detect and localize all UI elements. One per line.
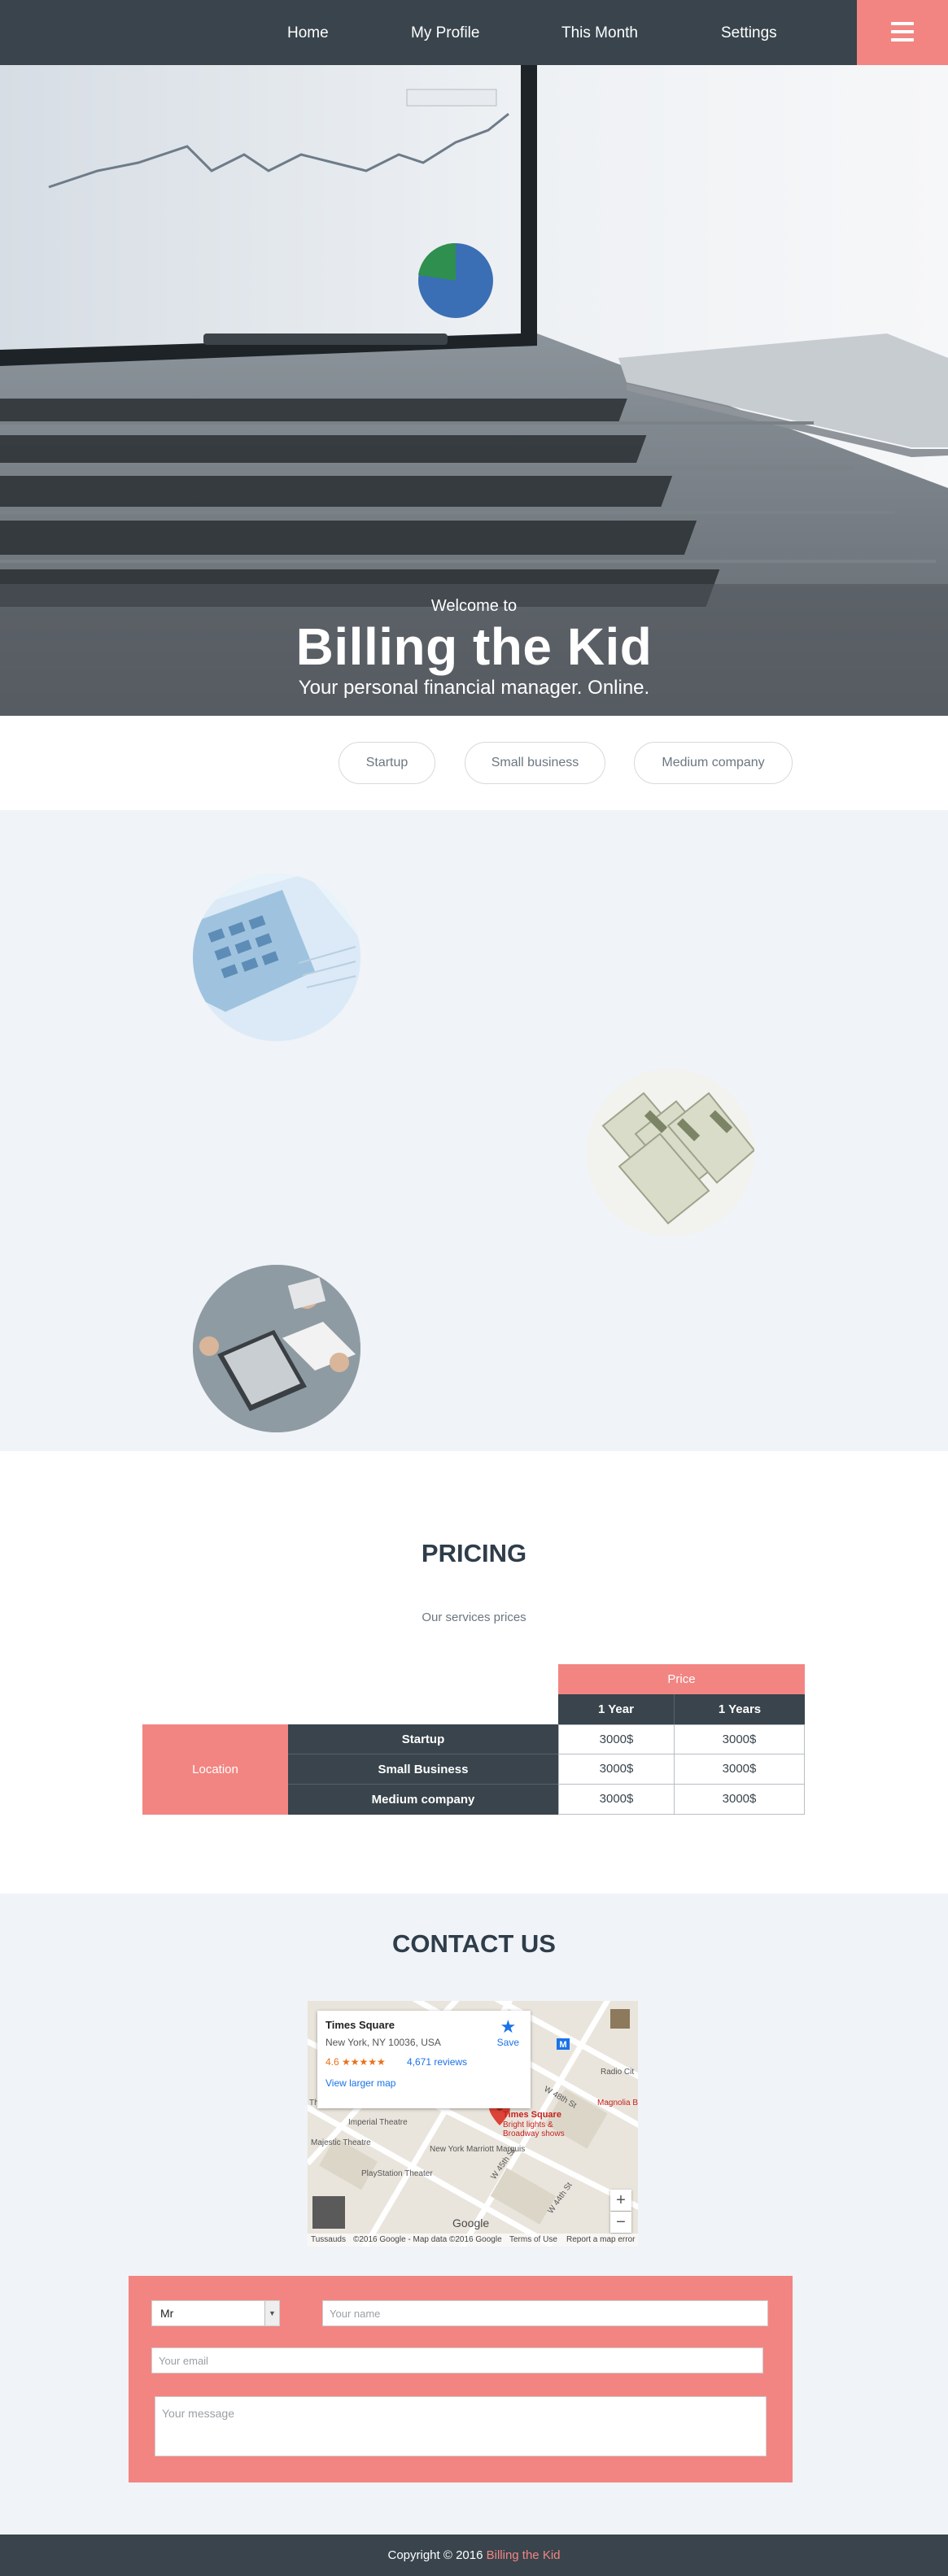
money-stack-image [587,1069,754,1236]
footer-brand-link[interactable]: Billing the Kid [487,2548,561,2562]
map-save-label: Save [496,2037,519,2048]
map-terms-link[interactable]: Terms of Use [509,2235,557,2244]
nav-links: Home My Profile This Month Settings [0,0,857,65]
tab-small-business[interactable]: Small business [465,742,605,784]
embedded-map[interactable]: Times Square Bright lights & Broadway sh… [308,2001,638,2247]
map-label: Majestic Theatre [311,2138,371,2147]
price-cell: 3000$ [674,1724,805,1754]
footer: Copyright © 2016 Billing the Kid [0,2535,948,2576]
map-footer-copyright: ©2016 Google - Map data ©2016 Google [353,2235,502,2244]
map-place-address: New York, NY 10036, USA [325,2037,441,2048]
map-footer-left: Tussauds [311,2235,346,2244]
nav-item-home[interactable]: Home [287,24,329,42]
row-label-startup: Startup [288,1724,558,1754]
map-save-button[interactable]: ★ Save [496,2016,519,2049]
svg-text:M: M [559,2040,566,2050]
map-attribution: Tussauds ©2016 Google - Map data ©2016 G… [308,2234,638,2247]
map-pin-sub2: Broadway shows [503,2129,565,2138]
location-label: Location [142,1724,288,1815]
price-cell: 3000$ [558,1724,675,1754]
price-cell: 3000$ [674,1784,805,1815]
map-label: PlayStation Theater [361,2169,433,2178]
hero-subtitle: Your personal financial manager. Online. [298,677,650,699]
map-label: Imperial Theatre [348,2118,408,2127]
hero-welcome: Welcome to [430,597,518,615]
pricing-section: PRICING Our services prices Price 1 Year… [0,1451,948,1894]
chevron-down-icon: ▼ [264,2301,279,2325]
hamburger-menu-button[interactable] [857,0,948,65]
map-pin-sub1: Bright lights & [503,2121,553,2129]
google-logo: Google [452,2216,489,2229]
tab-startup[interactable]: Startup [339,742,435,784]
contact-form: Mr ▼ Your name Your email Your message [129,2276,793,2482]
map-zoom-in-button[interactable]: + [610,2190,631,2211]
plan-tabs: Startup Small business Medium company [0,716,948,810]
pricing-title: PRICING [421,1539,527,1567]
title-select-value: Mr [160,2307,174,2320]
contact-title: CONTACT US [392,1929,556,1958]
map-place-card: Times Square New York, NY 10036, USA 4.6… [317,2011,531,2108]
nav-item-this-month[interactable]: This Month [561,24,638,42]
email-input[interactable]: Your email [151,2347,763,2373]
calculator-image [193,874,360,1041]
business-meeting-image [193,1265,360,1432]
pricing-subtitle: Our services prices [422,1611,526,1624]
row-label-small-business: Small Business [288,1754,558,1785]
features-section [0,810,948,1451]
tab-medium-company[interactable]: Medium company [634,742,793,784]
map-reviews-link[interactable]: 4,671 reviews [407,2056,467,2068]
top-navbar: Home My Profile This Month Settings [0,0,948,65]
map-report-link[interactable]: Report a map error [566,2235,635,2244]
nav-item-my-profile[interactable]: My Profile [411,24,479,42]
title-select[interactable]: Mr ▼ [151,2300,280,2326]
hero-banner: Welcome to Billing the Kid Your personal… [0,65,948,716]
map-rating: 4.6 ★★★★★ [325,2056,386,2068]
star-icon: ★ [500,2016,517,2037]
column-header-1-years: 1 Years [675,1694,805,1724]
price-header: Price [558,1664,805,1694]
price-cell: 3000$ [674,1754,805,1785]
map-zoom-out-button[interactable]: − [610,2212,631,2233]
message-textarea[interactable]: Your message [155,2396,767,2456]
column-header-1-year: 1 Year [558,1694,675,1724]
map-label: Radio Cit [601,2068,634,2077]
name-input[interactable]: Your name [322,2300,768,2326]
map-place-name: Times Square [325,2019,395,2031]
price-cell: 3000$ [558,1784,675,1815]
hero-caption: Welcome to Billing the Kid Your personal… [0,584,948,716]
nav-item-settings[interactable]: Settings [721,24,777,42]
hero-title: Billing the Kid [295,617,653,676]
map-label: Magnolia B [597,2099,638,2107]
footer-copyright: Copyright © 2016 [387,2548,483,2562]
map-pin-label: Times Square [503,2110,561,2120]
contact-section: CONTACT US Times Square Bright lights & [0,1894,948,2535]
map-larger-link[interactable]: View larger map [325,2077,395,2089]
price-cell: 3000$ [558,1754,675,1785]
row-label-medium-company: Medium company [288,1785,558,1815]
